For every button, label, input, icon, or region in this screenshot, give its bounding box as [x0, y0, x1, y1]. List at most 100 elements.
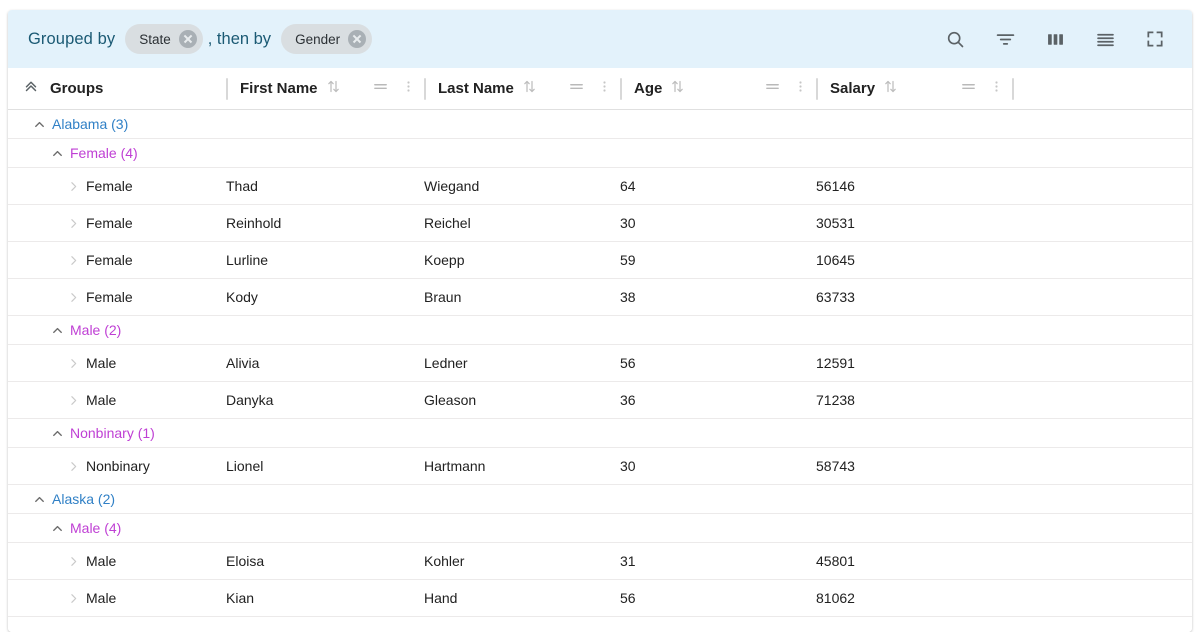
cell-salary: 63733 — [816, 289, 855, 305]
filter-icon[interactable] — [988, 22, 1022, 56]
sort-icon[interactable] — [670, 79, 685, 99]
chevron-right-icon[interactable] — [60, 460, 86, 473]
cell-salary: 81062 — [816, 590, 855, 606]
cell-groups-label: Male — [86, 553, 117, 569]
cell-age — [620, 485, 816, 513]
chevron-up-icon[interactable] — [44, 426, 70, 441]
chevron-right-icon[interactable] — [60, 592, 86, 605]
toolbar — [938, 22, 1178, 56]
table-row[interactable]: Nonbinary Lionel Hartmann 30 58743 — [8, 448, 1192, 485]
column-header-groups[interactable]: Groups — [8, 68, 226, 109]
column-menu-icon[interactable] — [989, 78, 1004, 100]
chevron-right-icon[interactable] — [60, 357, 86, 370]
table-row[interactable]: Male Alivia Ledner 56 12591 — [8, 345, 1192, 382]
cell-salary: 58743 — [816, 458, 855, 474]
column-filter-icon[interactable] — [568, 78, 585, 100]
column-header-first-name[interactable]: First Name — [226, 68, 424, 109]
cell-filler — [1012, 345, 1192, 381]
cell-first-name: Lionel — [226, 458, 264, 474]
column-menu-icon[interactable] — [597, 78, 612, 100]
cell-last-name: Gleason — [424, 392, 477, 408]
chevron-right-icon[interactable] — [60, 254, 86, 267]
cell-groups-label: Female — [86, 215, 133, 231]
chevron-right-icon[interactable] — [60, 180, 86, 193]
fullscreen-icon[interactable] — [1138, 22, 1172, 56]
column-filter-icon[interactable] — [960, 78, 977, 100]
sort-icon[interactable] — [522, 79, 537, 99]
chevron-up-icon[interactable] — [44, 323, 70, 338]
table-row[interactable]: Female Reinhold Reichel 30 30531 — [8, 205, 1192, 242]
cell-salary: 10645 — [816, 252, 855, 268]
grouping-chips-area: Grouped by State , then by Gender — [28, 24, 938, 54]
cell-age: 64 — [620, 178, 636, 194]
cell-last-name — [424, 514, 620, 542]
group-chip-state[interactable]: State — [125, 24, 203, 54]
group-row-level-2[interactable]: Female (4) — [8, 139, 1192, 168]
group-row-level-2[interactable]: Male (4) — [8, 514, 1192, 543]
density-icon[interactable] — [1088, 22, 1122, 56]
group-chip-gender[interactable]: Gender — [281, 24, 373, 54]
column-header-age[interactable]: Age — [620, 68, 816, 109]
group-row-level-1[interactable]: Alaska (2) — [8, 485, 1192, 514]
column-menu-icon[interactable] — [793, 78, 808, 100]
cell-filler — [1012, 419, 1192, 447]
table-row[interactable]: Male Kian Hand 56 81062 — [8, 580, 1192, 617]
column-filter-icon[interactable] — [764, 78, 781, 100]
sort-icon[interactable] — [883, 79, 898, 99]
column-filter-icon[interactable] — [372, 78, 389, 100]
group-row-level-2[interactable]: Nonbinary (1) — [8, 419, 1192, 448]
cell-filler — [1012, 448, 1192, 484]
sort-icon[interactable] — [326, 79, 341, 99]
then-by-label: , then by — [207, 29, 272, 48]
cell-age — [620, 514, 816, 542]
close-icon[interactable] — [178, 30, 197, 48]
search-icon[interactable] — [938, 22, 972, 56]
chevron-up-icon[interactable] — [44, 146, 70, 161]
cell-first-name: Danyka — [226, 392, 274, 408]
cell-last-name: Hartmann — [424, 458, 486, 474]
cell-groups-label: Nonbinary — [86, 458, 150, 474]
cell-filler — [1012, 168, 1192, 204]
chevron-right-icon[interactable] — [60, 394, 86, 407]
grid-body[interactable]: Alabama (3) Female (4) Female Thad Wiegand 64… — [8, 110, 1192, 632]
cell-salary — [816, 485, 1012, 513]
cell-groups-label: Female — [86, 289, 133, 305]
cell-filler — [1012, 580, 1192, 616]
table-row[interactable]: Male Danyka Gleason 36 71238 — [8, 382, 1192, 419]
cell-last-name — [424, 110, 620, 138]
column-header-salary[interactable]: Salary — [816, 68, 1012, 109]
chevron-right-icon[interactable] — [60, 217, 86, 230]
group-row-level-2[interactable]: Male (2) — [8, 316, 1192, 345]
cell-groups: Nonbinary — [8, 448, 226, 484]
column-menu-icon[interactable] — [401, 78, 416, 100]
cell-first-name: Kian — [226, 590, 255, 606]
cell-last-name — [424, 419, 620, 447]
table-row[interactable]: Male Eloisa Kohler 31 45801 — [8, 543, 1192, 580]
chevron-up-icon[interactable] — [44, 521, 70, 536]
cell-salary: 71238 — [816, 392, 855, 408]
table-row[interactable]: Female Kody Braun 38 63733 — [8, 279, 1192, 316]
grouped-by-label: Grouped by — [28, 29, 116, 48]
column-divider — [620, 77, 622, 100]
cell-last-name: Ledner — [424, 355, 468, 371]
cell-filler — [1012, 242, 1192, 278]
cell-last-name: Braun — [424, 289, 462, 305]
table-row[interactable]: Female Lurline Koepp 59 10645 — [8, 242, 1192, 279]
chevron-up-icon[interactable] — [26, 492, 52, 507]
table-row[interactable]: Female Thad Wiegand 64 56146 — [8, 168, 1192, 205]
columns-icon[interactable] — [1038, 22, 1072, 56]
chevron-right-icon[interactable] — [60, 555, 86, 568]
close-icon[interactable] — [348, 30, 367, 48]
group-row-level-1[interactable]: Alabama (3) — [8, 110, 1192, 139]
cell-age — [620, 139, 816, 167]
chevron-right-icon[interactable] — [60, 291, 86, 304]
chevron-up-icon[interactable] — [26, 117, 52, 132]
cell-last-name: Reichel — [424, 215, 471, 231]
collapse-all-icon[interactable] — [22, 77, 40, 100]
group-label: Alaska (2) — [52, 491, 116, 507]
cell-age: 30 — [620, 215, 636, 231]
cell-salary — [816, 316, 1012, 344]
column-header-last-name[interactable]: Last Name — [424, 68, 620, 109]
cell-filler — [1012, 543, 1192, 579]
group-cell: Male (2) — [8, 316, 226, 344]
